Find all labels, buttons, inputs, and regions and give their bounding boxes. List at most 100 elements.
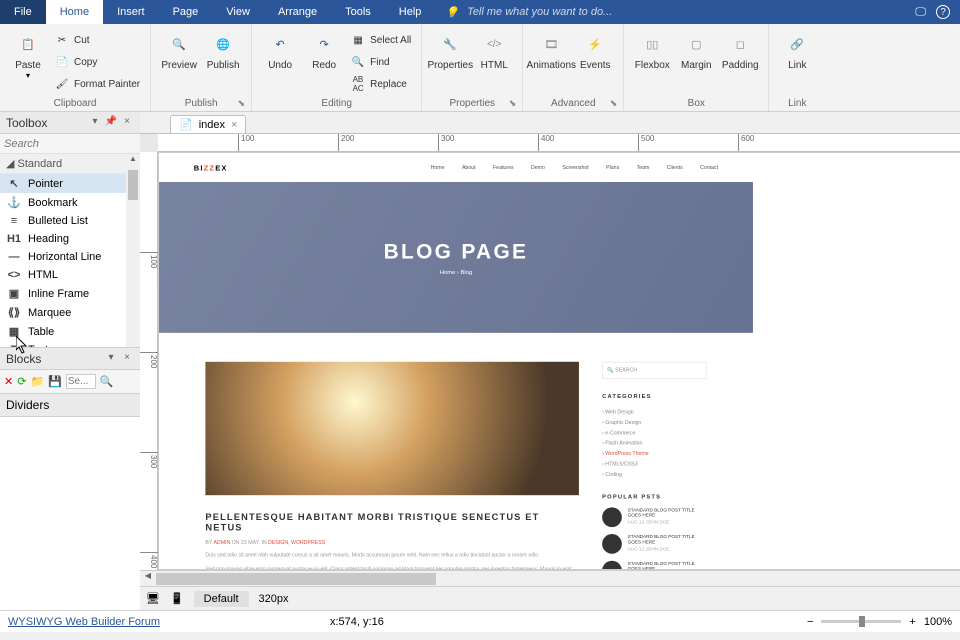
events-button[interactable]: ⚡Events bbox=[573, 26, 617, 71]
hero-banner: BLOG PAGE Home › Blog bbox=[159, 182, 753, 333]
design-canvas[interactable]: BIZZEX HomeAboutFeaturesDemoScreenshotPl… bbox=[158, 152, 960, 570]
blocks-panel: Blocks ▾ × ✕ ⟳ 📁 💾 🔍 bbox=[0, 347, 140, 393]
copy-button[interactable]: 📄Copy bbox=[50, 52, 144, 72]
search-icon[interactable]: 🔍 bbox=[100, 375, 114, 388]
page-content: BIZZEX HomeAboutFeaturesDemoScreenshotPl… bbox=[159, 153, 753, 570]
logo: BIZZEX bbox=[194, 163, 228, 172]
ribbon-group-editing: ↶Undo ↷Redo ▦Select All 🔍Find ABACReplac… bbox=[252, 24, 422, 111]
toolbox-item-inline-frame[interactable]: ▣Inline Frame bbox=[0, 284, 140, 303]
toolbox-group-standard[interactable]: ◢ Standard bbox=[0, 154, 140, 174]
menu-file[interactable]: File bbox=[0, 0, 46, 24]
format-painter-button[interactable]: 🖌Format Painter bbox=[50, 74, 144, 94]
toolbox-item-heading[interactable]: H1Heading bbox=[0, 230, 140, 248]
horizontal-scrollbar[interactable]: ◀▶ bbox=[140, 570, 960, 586]
undo-button[interactable]: ↶Undo bbox=[258, 26, 302, 71]
close-icon[interactable]: × bbox=[120, 352, 134, 366]
toolbox-search-input[interactable] bbox=[4, 138, 147, 150]
toolbox-scrollbar[interactable]: ▲ bbox=[126, 154, 140, 347]
breadcrumb: Home › Blog bbox=[440, 269, 472, 275]
tell-me-placeholder: Tell me what you want to do... bbox=[467, 6, 612, 18]
text-icon: T bbox=[6, 344, 22, 347]
menu-home[interactable]: Home bbox=[46, 0, 103, 24]
anchor-icon: ⚓ bbox=[6, 196, 22, 209]
ruler-vertical[interactable]: 100200300400 bbox=[140, 152, 158, 570]
animations-button[interactable]: 🎞Animations bbox=[529, 26, 573, 71]
properties-button[interactable]: 🔧Properties bbox=[428, 26, 472, 71]
zoom-slider[interactable] bbox=[821, 620, 901, 623]
tab-index[interactable]: 📄 index × bbox=[170, 115, 246, 133]
zoom-in-button[interactable]: + bbox=[909, 616, 915, 628]
menu-insert[interactable]: Insert bbox=[103, 0, 159, 24]
ribbon-group-advanced: 🎞Animations ⚡Events Advanced⬊ bbox=[523, 24, 624, 111]
ribbon-group-properties: 🔧Properties </>HTML Properties⬊ bbox=[422, 24, 523, 111]
paste-button[interactable]: 📋Paste▾ bbox=[6, 26, 50, 80]
menu-bar: File Home Insert Page View Arrange Tools… bbox=[0, 0, 960, 24]
cut-button[interactable]: ✂Cut bbox=[50, 30, 144, 50]
ribbon: 📋Paste▾ ✂Cut 📄Copy 🖌Format Painter Clipb… bbox=[0, 24, 960, 112]
toolbox-title: Toolbox bbox=[6, 116, 86, 130]
menu-view[interactable]: View bbox=[212, 0, 264, 24]
toolbox-item-text[interactable]: TText bbox=[0, 341, 140, 347]
toolbox-search: 🔍 bbox=[0, 134, 140, 154]
padding-button[interactable]: ◻Padding bbox=[718, 26, 762, 71]
toolbox-item-html[interactable]: <>HTML bbox=[0, 266, 140, 284]
select-all-button[interactable]: ▦Select All bbox=[346, 30, 415, 50]
publish-button[interactable]: 🌐Publish bbox=[201, 26, 245, 71]
help-icon[interactable]: ? bbox=[936, 5, 950, 19]
toolbox-item-bulleted-list[interactable]: ≡Bulleted List bbox=[0, 212, 140, 230]
preview-button[interactable]: 🔍Preview bbox=[157, 26, 201, 71]
flexbox-button[interactable]: ▯▯Flexbox bbox=[630, 26, 674, 71]
margin-button[interactable]: ▢Margin bbox=[674, 26, 718, 71]
find-button[interactable]: 🔍Find bbox=[346, 52, 415, 72]
toolbox-item-bookmark[interactable]: ⚓Bookmark bbox=[0, 193, 140, 212]
html-button[interactable]: </>HTML bbox=[472, 26, 516, 71]
redo-button[interactable]: ↷Redo bbox=[302, 26, 346, 71]
close-tab-icon[interactable]: × bbox=[231, 119, 237, 131]
ribbon-group-clipboard: 📋Paste▾ ✂Cut 📄Copy 🖌Format Painter Clipb… bbox=[0, 24, 151, 111]
dialog-launcher-icon[interactable]: ⬊ bbox=[610, 98, 618, 109]
dropdown-icon[interactable]: ▾ bbox=[104, 352, 118, 366]
toolbox-item-marquee[interactable]: ⟪⟫Marquee bbox=[0, 303, 140, 322]
table-icon: ▦ bbox=[6, 325, 22, 338]
display-icon[interactable]: 🖵 bbox=[915, 6, 926, 19]
menu-arrange[interactable]: Arrange bbox=[264, 0, 331, 24]
dropdown-icon[interactable]: ▾ bbox=[88, 116, 102, 130]
menu-help[interactable]: Help bbox=[385, 0, 436, 24]
dialog-launcher-icon[interactable]: ⬊ bbox=[238, 98, 246, 109]
pin-icon[interactable]: 📌 bbox=[104, 116, 118, 130]
breakpoint-320[interactable]: 320px bbox=[259, 593, 289, 605]
blocks-search-input[interactable] bbox=[66, 374, 96, 389]
folder-icon[interactable]: 📁 bbox=[30, 375, 44, 388]
menu-tools[interactable]: Tools bbox=[331, 0, 385, 24]
ruler-horizontal[interactable]: 100200300400500600 bbox=[158, 134, 960, 152]
toolbox-item-pointer[interactable]: ↖Pointer bbox=[0, 174, 140, 193]
left-sidebar: Toolbox ▾ 📌 × 🔍 ◢ Standard ↖Pointer ⚓Boo… bbox=[0, 112, 140, 610]
sidebar-search: 🔍 SEARCH bbox=[602, 362, 706, 379]
dialog-launcher-icon[interactable]: ⬊ bbox=[509, 98, 517, 109]
dividers-header[interactable]: Dividers bbox=[0, 393, 140, 417]
toolbox-item-table[interactable]: ▦Table bbox=[0, 322, 140, 341]
group-label: Clipboard bbox=[6, 96, 144, 111]
post-paragraph: Sed non mauris vitae erat consequat auct… bbox=[205, 565, 579, 570]
link-button[interactable]: 🔗Link bbox=[775, 26, 819, 71]
desktop-icon[interactable]: 🖥 bbox=[146, 592, 160, 605]
breakpoint-default[interactable]: Default bbox=[194, 591, 249, 607]
delete-icon[interactable]: ✕ bbox=[4, 375, 13, 388]
zoom-level[interactable]: 100% bbox=[924, 616, 952, 628]
tell-me-search[interactable]: 💡 Tell me what you want to do... bbox=[445, 6, 612, 19]
document-tabs: 📄 index × bbox=[140, 112, 960, 134]
frame-icon: ▣ bbox=[6, 287, 22, 300]
refresh-icon[interactable]: ⟳ bbox=[17, 375, 26, 388]
replace-button[interactable]: ABACReplace bbox=[346, 74, 415, 94]
blocks-title: Blocks bbox=[6, 352, 102, 366]
close-icon[interactable]: × bbox=[120, 116, 134, 130]
toolbox-item-horizontal-line[interactable]: —Horizontal Line bbox=[0, 248, 140, 266]
zoom-out-button[interactable]: − bbox=[807, 616, 813, 628]
group-label: Link bbox=[775, 96, 819, 111]
blog-sidebar: 🔍 SEARCH CATEGORIES Web DesignGraphic De… bbox=[602, 362, 706, 570]
forum-link[interactable]: WYSIWYG Web Builder Forum bbox=[8, 616, 160, 628]
menu-page[interactable]: Page bbox=[159, 0, 213, 24]
responsive-icon[interactable]: 📱 bbox=[170, 592, 184, 605]
save-icon[interactable]: 💾 bbox=[48, 375, 62, 388]
popular-post-item: STANDARD BLOG POST TITLE GOES HEREAUG 12… bbox=[602, 534, 706, 554]
